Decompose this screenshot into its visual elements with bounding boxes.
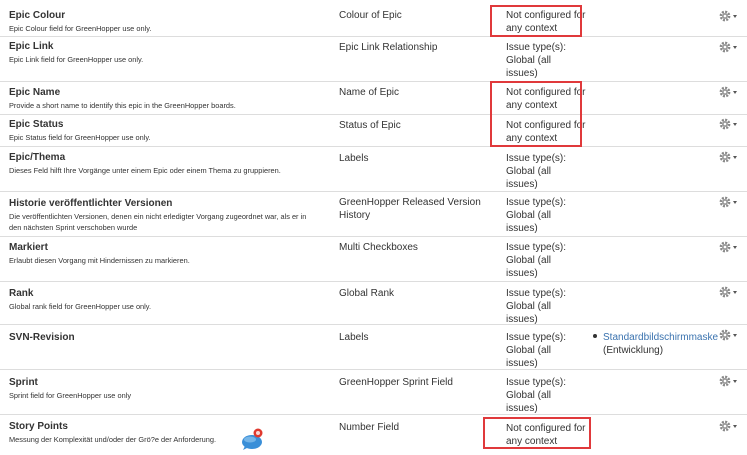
field-type: Epic Link Relationship [339, 42, 438, 53]
table-row: Epic Name Provide a short name to identi… [0, 82, 747, 115]
field-name: Epic Link [9, 41, 54, 52]
table-row: Historie veröffentlichter Versionen Die … [0, 192, 747, 237]
field-description: Die veröffentlichten Versionen, denen ei… [9, 212, 307, 232]
highlight-box [490, 5, 582, 37]
field-context: Issue type(s): Global (all issues) [506, 153, 567, 190]
field-name: Epic/Thema [9, 152, 66, 163]
chat-bubble-icon[interactable] [241, 428, 265, 450]
field-type: Labels [339, 332, 369, 343]
field-name: SVN-Revision [9, 332, 75, 343]
field-description: Sprint field for GreenHopper use only [9, 391, 132, 400]
field-name: Epic Status [9, 119, 64, 130]
field-context: Issue type(s): Global (all issues) [506, 242, 567, 279]
gear-dropdown-icon[interactable] [719, 419, 739, 433]
field-name: Rank [9, 288, 34, 299]
field-description: Erlaubt diesen Vorgang mit Hindernissen … [9, 256, 190, 265]
field-type: Name of Epic [339, 87, 400, 98]
highlight-box [483, 417, 591, 449]
table-row: Story Points Messung der Komplexität und… [0, 415, 747, 449]
field-type: GreenHopper Sprint Field [339, 377, 453, 388]
table-row: Epic/Thema Dieses Feld hilft Ihre Vorgän… [0, 147, 747, 192]
field-name: Sprint [9, 377, 38, 388]
table-row: Epic Status Epic Status field for GreenH… [0, 115, 747, 147]
screen-scheme: (Entwicklung) [603, 345, 664, 356]
table-row: Sprint Sprint field for GreenHopper use … [0, 370, 747, 415]
table-row: Epic Link Epic Link field for GreenHoppe… [0, 37, 747, 82]
gear-dropdown-icon[interactable] [719, 328, 739, 342]
field-type: Labels [339, 153, 369, 164]
field-type: Colour of Epic [339, 10, 402, 21]
field-description: Epic Link field for GreenHopper use only… [9, 55, 144, 64]
table-row: Rank Global rank field for GreenHopper u… [0, 282, 747, 325]
gear-dropdown-icon[interactable] [719, 285, 739, 299]
field-context: Issue type(s): Global (all issues) [506, 288, 567, 325]
field-description: Global rank field for GreenHopper use on… [9, 302, 152, 311]
field-context: Issue type(s): Global (all issues) [506, 197, 567, 234]
table-row: Markiert Erlaubt diesen Vorgang mit Hind… [0, 237, 747, 282]
gear-dropdown-icon[interactable] [719, 240, 739, 254]
gear-dropdown-icon[interactable] [719, 9, 739, 23]
screen-link[interactable]: Standardbildschirmmaske [603, 332, 718, 343]
field-type: Status of Epic [339, 120, 401, 131]
table-row: Epic Colour Epic Colour field for GreenH… [0, 0, 747, 37]
field-description: Messung der Komplexität und/oder der Grö… [9, 435, 217, 444]
field-description: Epic Status field for GreenHopper use on… [9, 133, 151, 142]
field-context: Issue type(s): Global (all issues) [506, 42, 567, 79]
gear-dropdown-icon[interactable] [719, 150, 739, 164]
field-context: Issue type(s): Global (all issues) [506, 377, 567, 414]
field-name: Story Points [9, 421, 68, 432]
field-description: Provide a short name to identify this ep… [9, 101, 236, 110]
field-description: Epic Colour field for GreenHopper use on… [9, 24, 152, 33]
field-name: Epic Colour [9, 10, 66, 21]
field-context: Issue type(s): Global (all issues) [506, 332, 567, 369]
gear-dropdown-icon[interactable] [719, 40, 739, 54]
list-bullet [593, 334, 597, 339]
field-name: Historie veröffentlichter Versionen [9, 198, 173, 209]
field-type: GreenHopper Released Version History [339, 197, 481, 221]
field-name: Markiert [9, 242, 48, 253]
gear-dropdown-icon[interactable] [719, 374, 739, 388]
field-type: Number Field [339, 422, 400, 433]
highlight-box [490, 81, 582, 147]
field-type: Multi Checkboxes [339, 242, 418, 253]
field-description: Dieses Feld hilft Ihre Vorgänge unter ei… [9, 166, 281, 175]
field-type: Global Rank [339, 288, 395, 299]
field-screens: Standardbildschirmmaske (Entwicklung) [593, 331, 728, 357]
gear-dropdown-icon[interactable] [719, 117, 739, 131]
field-name: Epic Name [9, 87, 61, 98]
table-row: SVN-Revision Labels Issue type(s): Globa… [0, 325, 747, 370]
gear-dropdown-icon[interactable] [719, 85, 739, 99]
gear-dropdown-icon[interactable] [719, 195, 739, 209]
